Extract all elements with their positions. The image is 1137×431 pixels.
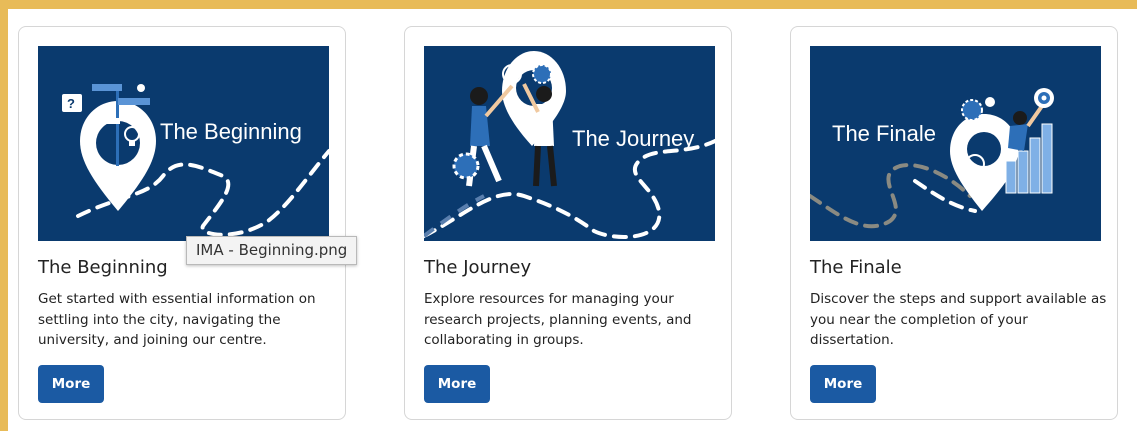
faded-path: [424, 194, 485, 238]
card-beginning: ? The Beginning The Beginning Get starte…: [18, 26, 346, 420]
image-caption: The Beginning: [160, 119, 302, 144]
more-button-beginning[interactable]: More: [38, 365, 104, 403]
image-caption: The Finale: [832, 121, 936, 146]
card-image-finale[interactable]: The Finale: [810, 46, 1101, 241]
card-description: Get started with essential information o…: [38, 291, 316, 348]
card-title: The Finale: [810, 257, 902, 278]
svg-text:?: ?: [67, 96, 75, 111]
card-journey: The Journey The Journey Explore resource…: [404, 26, 732, 420]
card-description: Discover the steps and support available…: [810, 291, 1107, 348]
card-title: The Journey: [424, 257, 532, 278]
muted-dashed-path: [810, 163, 972, 229]
question-bubble-icon: ?: [62, 94, 82, 112]
journey-illustration: The Journey: [424, 51, 715, 239]
card-image-journey[interactable]: The Journey: [424, 46, 715, 241]
card-image-beginning[interactable]: ? The Beginning: [38, 46, 329, 241]
finale-illustration: The Finale: [810, 88, 1054, 229]
card-finale: The Finale The Finale Discover the steps…: [790, 26, 1118, 420]
more-button-journey[interactable]: More: [424, 365, 490, 403]
beginning-illustration: ? The Beginning: [62, 84, 329, 237]
card-title: The Beginning: [38, 257, 168, 278]
content-panel: ? The Beginning The Beginning Get starte…: [8, 9, 1137, 431]
more-button-finale[interactable]: More: [810, 365, 876, 403]
info-dot-icon: [137, 84, 145, 92]
image-caption: The Journey: [572, 126, 694, 151]
card-description: Explore resources for managing your rese…: [424, 291, 692, 348]
target-icon: [1034, 88, 1054, 108]
image-tooltip: IMA - Beginning.png: [186, 236, 358, 265]
